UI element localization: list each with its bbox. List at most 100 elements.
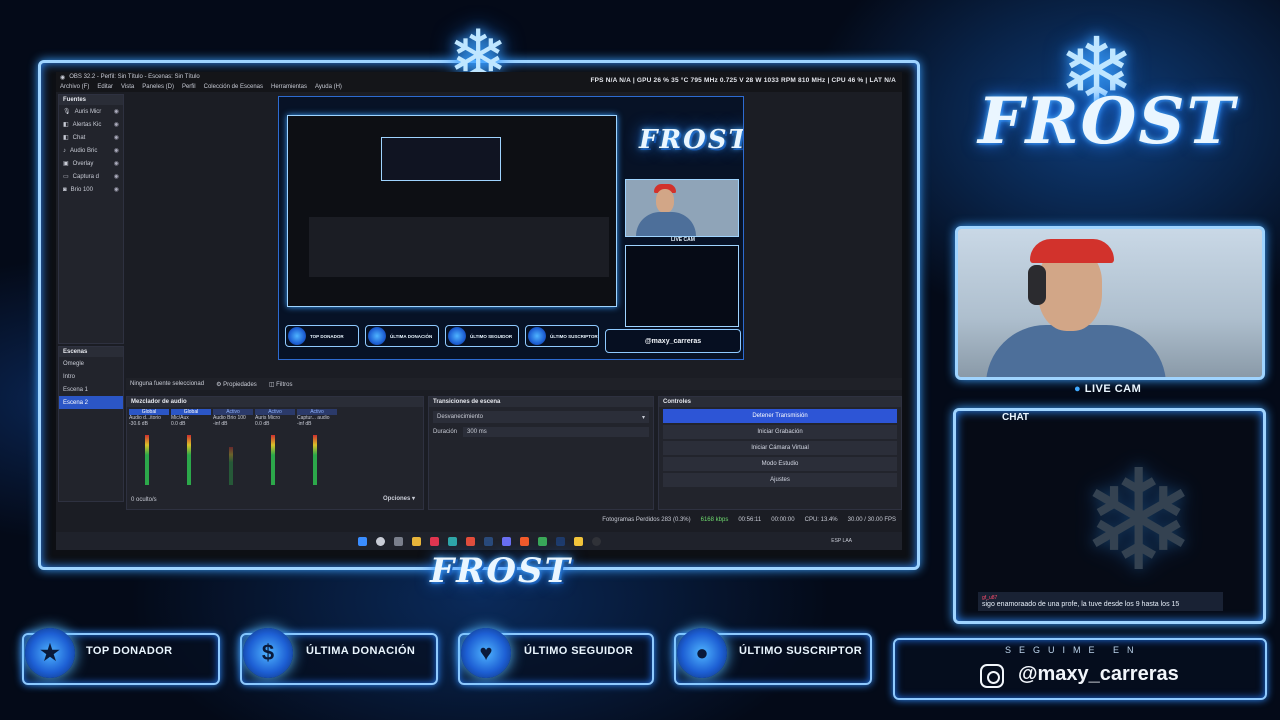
preview-webcam [625,179,739,237]
mixer-header: Mezclador de audio [127,397,423,407]
source-item[interactable]: ◙ Brio 100 ◉ [59,183,123,196]
no-source-label: Ninguna fuente seleccionad [130,381,205,387]
star-icon: ★ [25,628,75,678]
scene-item[interactable]: Escena 1 [59,383,123,396]
frost-logo-bottom: FROST [430,551,572,591]
image-icon: ▣ [63,161,69,167]
preview-badge: ÚLTIMA DONACIÓN [365,325,439,347]
eye-icon[interactable]: ◉ [114,108,119,115]
instagram-handle: @maxy_carreras [1018,663,1179,685]
edge-icon[interactable] [447,536,457,546]
duration-label: Duración [433,429,458,435]
chrome-icon[interactable] [465,536,475,546]
last-donation-label: ÚLTIMA DONACIÓN [306,645,416,657]
brave-icon[interactable] [519,536,529,546]
eye-icon[interactable]: ◉ [114,173,119,180]
steam-icon[interactable] [483,536,493,546]
app-icon[interactable] [429,536,439,546]
obs-icon[interactable] [591,536,601,546]
live-cam-label: ● LIVE CAM [1074,383,1142,395]
browser-icon: ◧ [63,122,69,128]
virtual-camera-button[interactable]: Iniciar Cámara Virtual [663,441,897,455]
scene-item-selected[interactable]: Escena 2 [59,396,123,409]
eye-icon[interactable]: ◉ [114,121,119,128]
browser-icon: ◧ [63,135,69,141]
user-icon: ● [677,628,727,678]
fps: 30.00 / 30.00 FPS [847,517,896,523]
bitrate: 6168 kbps [700,517,729,523]
obs-title-text: OBS 32.2 - Perfil: Sin Título - Escenas:… [69,74,200,80]
hidden-count: 0 oculto/s [131,497,157,503]
scenes-header: Escenas [59,347,123,357]
settings-button[interactable]: Ajustes [663,473,897,487]
preview-chat [625,245,739,327]
audio-meter [271,435,275,485]
tray-language[interactable]: ESP LAA [831,538,852,544]
mixer-channel: Activo Audio Brio 100 -inf dB [213,409,253,427]
menu-vista[interactable]: Vista [121,84,134,90]
controls-header: Controles [659,397,901,407]
preview-handle: @maxy_carreras [605,329,741,353]
audio-meter [313,435,317,485]
source-item[interactable]: 🎙 Auris Micr ◉ [59,105,123,118]
start-icon[interactable] [357,536,367,546]
source-item[interactable]: ◧ Chat ◉ [59,131,123,144]
menu-herramientas[interactable]: Herramientas [271,84,307,90]
menu-paneles[interactable]: Paneles (D) [142,84,174,90]
studio-mode-button[interactable]: Modo Estudio [663,457,897,471]
obs-window: ◉ OBS 32.2 - Perfil: Sin Título - Escena… [56,72,902,550]
cpu-usage: CPU: 13.4% [804,517,838,523]
audio-meter [145,435,149,485]
dropped-frames: Fotogramas Perdidos 283 (0.3%) [602,517,691,523]
chrome-icon[interactable] [573,536,583,546]
mixer-channel: Activo Auris Micro 0.0 dB [255,409,295,427]
folder-icon[interactable] [411,536,421,546]
menu-coleccion[interactable]: Colección de Escenas [204,84,263,90]
app-icon[interactable] [537,536,547,546]
menu-archivo[interactable]: Archivo (F) [60,84,89,90]
properties-button[interactable]: ⚙ Propiedades [216,381,257,388]
heart-icon: ♥ [461,628,511,678]
photoshop-icon[interactable] [555,536,565,546]
mic-icon: 🎙 [63,109,71,115]
nested-preview [381,137,501,181]
discord-icon[interactable] [501,536,511,546]
source-item[interactable]: ▣ Overlay ◉ [59,157,123,170]
search-icon[interactable] [375,536,385,546]
speaker-icon: ♪ [63,147,66,154]
eye-icon[interactable]: ◉ [114,186,119,193]
stream-preview[interactable]: FROST LIVE CAM TOP DONADOR ÚLTIMA DONACI… [278,96,744,360]
headset-icon [1028,265,1046,305]
mixer-channel: Activo Captur... audio -inf dB [297,409,337,427]
stop-stream-button[interactable]: Detener Transmisión [663,409,897,423]
chat-snowflake-icon: ❄ [1080,442,1198,599]
task-view-icon[interactable] [393,536,403,546]
menu-editar[interactable]: Editar [97,84,113,90]
eye-icon[interactable]: ◉ [114,160,119,167]
scenes-dock: Escenas Omegle Intro Escena 1 Escena 2 [58,346,124,502]
options-button[interactable]: Opciones ▾ [383,495,415,502]
preview-badge: ÚLTIMO SUSCRIPTOR [525,325,599,347]
transition-select[interactable]: Desvanecimiento ▾ [433,411,649,423]
controls-dock: Controles Detener Transmisión Iniciar Gr… [658,396,902,510]
transitions-header: Transiciones de escena [429,397,653,407]
chat-text: sigo enamoraado de una profe, la tuve de… [982,601,1180,608]
menu-ayuda[interactable]: Ayuda (H) [315,84,342,90]
filters-button[interactable]: ◫ Filtros [269,381,293,388]
eye-icon[interactable]: ◉ [114,147,119,154]
source-item[interactable]: ◧ Alertas Kic ◉ [59,118,123,131]
obs-stats: FPS N/A N/A | GPU 26 % 35 °C 795 MHz 0.7… [590,77,896,84]
transitions-dock: Transiciones de escena Desvanecimiento ▾ … [428,396,654,510]
start-recording-button[interactable]: Iniciar Grabación [663,425,897,439]
last-subscriber-label: ÚLTIMO SUSCRIPTOR [739,645,863,657]
sources-header: Fuentes [59,95,123,105]
scene-item[interactable]: Intro [59,370,123,383]
menu-perfil[interactable]: Perfil [182,84,196,90]
source-item[interactable]: ▭ Captura d ◉ [59,170,123,183]
webcam-frame [955,226,1265,380]
scene-item[interactable]: Omegle [59,357,123,370]
mixer-channel: Global Mic/Aux 0.0 dB [171,409,211,427]
source-item[interactable]: ♪ Audio Bric ◉ [59,144,123,157]
duration-input[interactable]: 300 ms [463,427,649,437]
eye-icon[interactable]: ◉ [114,134,119,141]
